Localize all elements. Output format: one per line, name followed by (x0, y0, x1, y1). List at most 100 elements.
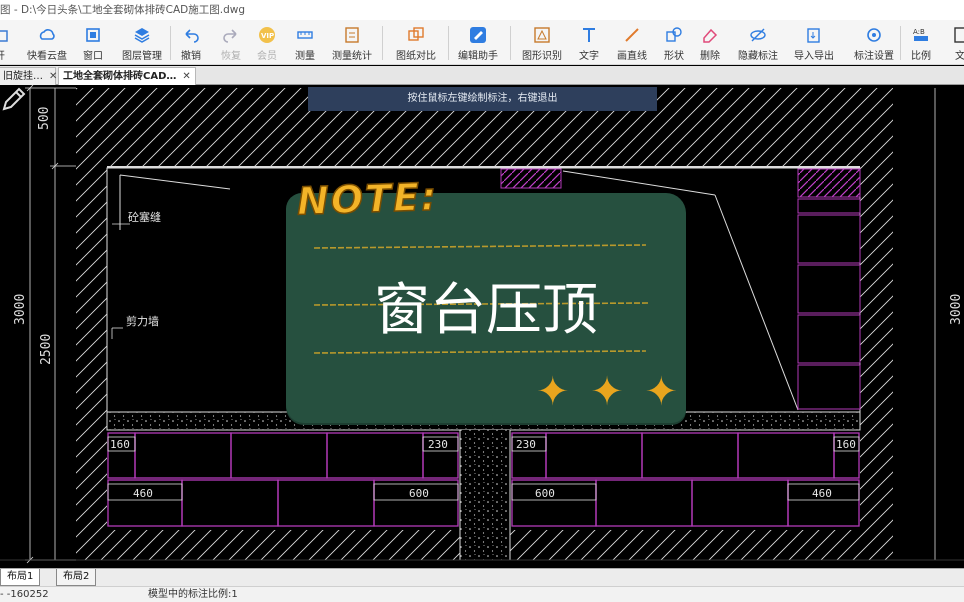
undo-button[interactable]: 撤销 (178, 20, 204, 65)
left-wall (76, 166, 107, 560)
document-tabs: 旧旋挂… ✕ 工地全套砌体排砖CAD… ✕ (0, 66, 964, 85)
toolbar-separator (900, 26, 901, 60)
redo-button[interactable]: 恢复 (218, 20, 244, 65)
status-bar: - -160252 模型中的标注比例:1 (0, 586, 964, 602)
dim-2500: 2500 (39, 334, 54, 365)
compare-icon (408, 27, 424, 41)
brick-label: 160 (110, 438, 130, 451)
toolbar-label: 图形识别 (522, 51, 562, 62)
toolbar-label: 画直线 (617, 51, 647, 62)
pencil-icon (2, 87, 26, 111)
title-bar: 图 - D:\今日头条\工地全套砌体排砖CAD施工图.dwg (0, 0, 964, 20)
tab-layout-2[interactable]: 布局2 (56, 569, 97, 586)
vip-icon: VIP (259, 27, 275, 43)
toolbar: 开 快看云盘 窗口 图层管理 撤销 恢复 VIP 会员 测量 测量统计 图纸对比 编辑助手 图形识别 文字… (0, 20, 964, 65)
star-icons: ✦ ✦ ✦ (536, 369, 682, 415)
label-crack-fill: 砼塞缝 (128, 210, 161, 224)
compare-button[interactable]: 图纸对比 (393, 20, 439, 65)
toolbar-separator (382, 26, 383, 60)
annotation-settings-icon (867, 28, 881, 42)
scale-button[interactable]: A:B 比例 (908, 20, 934, 65)
toolbar-label: 标注设置 (854, 51, 894, 62)
brick-label: 230 (516, 438, 536, 451)
measure-stats-icon (345, 27, 359, 43)
brick-label: 600 (535, 487, 555, 500)
tab-document-1[interactable]: 旧旋挂… ✕ (0, 67, 57, 85)
annotation-scale: 模型中的标注比例:1 (148, 589, 238, 600)
svg-text:VIP: VIP (261, 32, 274, 40)
hide-annotation-icon (750, 28, 766, 42)
brick-label: 460 (812, 487, 832, 500)
toolbar-separator (170, 26, 171, 60)
more-button[interactable]: 文 (950, 20, 964, 65)
close-icon[interactable]: ✕ (182, 71, 190, 82)
app-window: 图 - D:\今日头条\工地全套砌体排砖CAD施工图.dwg 开 快看云盘 窗口 图层… (0, 0, 964, 602)
toolbar-label: 图纸对比 (396, 51, 436, 62)
open-button[interactable]: 开 (0, 20, 10, 65)
import-export-button[interactable]: 导入导出 (792, 20, 836, 65)
toolbar-label: 比例 (911, 51, 931, 62)
coordinate-readout: - -160252 (0, 589, 49, 600)
delete-button[interactable]: 删除 (697, 20, 723, 65)
line-icon (625, 28, 639, 42)
toolbar-separator (448, 26, 449, 60)
toolbar-label: 撤销 (181, 51, 201, 62)
window-icon (86, 28, 100, 42)
toolbar-label: 恢复 (221, 51, 241, 62)
toolbar-label: 隐藏标注 (738, 51, 778, 62)
cloud-icon (39, 29, 55, 40)
dim-3000: 3000 (13, 294, 28, 325)
measure-stats-button[interactable]: 测量统计 (330, 20, 374, 65)
cloud-button[interactable]: 快看云盘 (22, 20, 72, 65)
text-button[interactable]: 文字 (576, 20, 602, 65)
redo-icon (223, 29, 237, 43)
toolbar-label: 编辑助手 (458, 51, 498, 62)
line-button[interactable]: 画直线 (616, 20, 648, 65)
toolbar-label: 形状 (664, 51, 684, 62)
toolbar-label: 会员 (257, 51, 277, 62)
window-button[interactable]: 窗口 (80, 20, 106, 65)
shape-button[interactable]: 形状 (660, 20, 688, 65)
dim-3000-right: 3000 (949, 294, 964, 325)
toolbar-label: 文字 (579, 51, 599, 62)
toolbar-label: 文 (955, 51, 964, 62)
import-export-icon (807, 28, 820, 43)
vip-button[interactable]: VIP 会员 (252, 20, 282, 65)
edit-assist-button[interactable]: 编辑助手 (456, 20, 500, 65)
ruler-icon (297, 31, 313, 39)
label-shear-wall: 剪力墙 (126, 314, 159, 328)
edit-assistant-icon (470, 27, 486, 43)
eraser-icon (703, 28, 718, 43)
toolbar-label: 删除 (700, 51, 720, 62)
brick-label: 460 (133, 487, 153, 500)
shape-recognition-icon (534, 27, 550, 43)
svg-text:A:B: A:B (913, 28, 925, 36)
toolbar-label: 开 (0, 47, 10, 62)
brick-label: 230 (428, 438, 448, 451)
toolbar-label: 导入导出 (794, 51, 834, 62)
close-icon[interactable]: ✕ (49, 71, 57, 82)
shape-recog-button[interactable]: 图形识别 (520, 20, 564, 65)
measure-button[interactable]: 测量 (292, 20, 318, 65)
toolbar-label: 快看云盘 (27, 51, 67, 62)
note-title: NOTE: (296, 174, 440, 224)
note-body: 窗台压顶 (374, 278, 598, 343)
toolbar-label: 测量统计 (332, 51, 372, 62)
tab-label: 工地全套砌体排砖CAD… (63, 71, 177, 82)
folder-icon (0, 30, 8, 42)
cad-canvas[interactable]: 500 3000 2500 3000 砼塞缝 剪力墙 160 230 230 1… (0, 85, 964, 568)
tab-document-2[interactable]: 工地全套砌体排砖CAD… ✕ (58, 67, 196, 85)
layers-button[interactable]: 图层管理 (116, 20, 168, 65)
tab-layout-1[interactable]: 布局1 (0, 569, 41, 586)
toolbar-label: 图层管理 (122, 51, 162, 62)
dim-settings-button[interactable]: 标注设置 (852, 20, 896, 65)
brick-label: 600 (409, 487, 429, 500)
document-icon (954, 27, 964, 43)
layers-icon (134, 28, 150, 43)
undo-icon (185, 29, 199, 43)
toolbar-label: 窗口 (83, 51, 103, 62)
hide-dim-button[interactable]: 隐藏标注 (736, 20, 780, 65)
toolbar-label: 测量 (295, 51, 315, 62)
brick-label: 160 (836, 438, 856, 451)
toolbar-separator (510, 26, 511, 60)
